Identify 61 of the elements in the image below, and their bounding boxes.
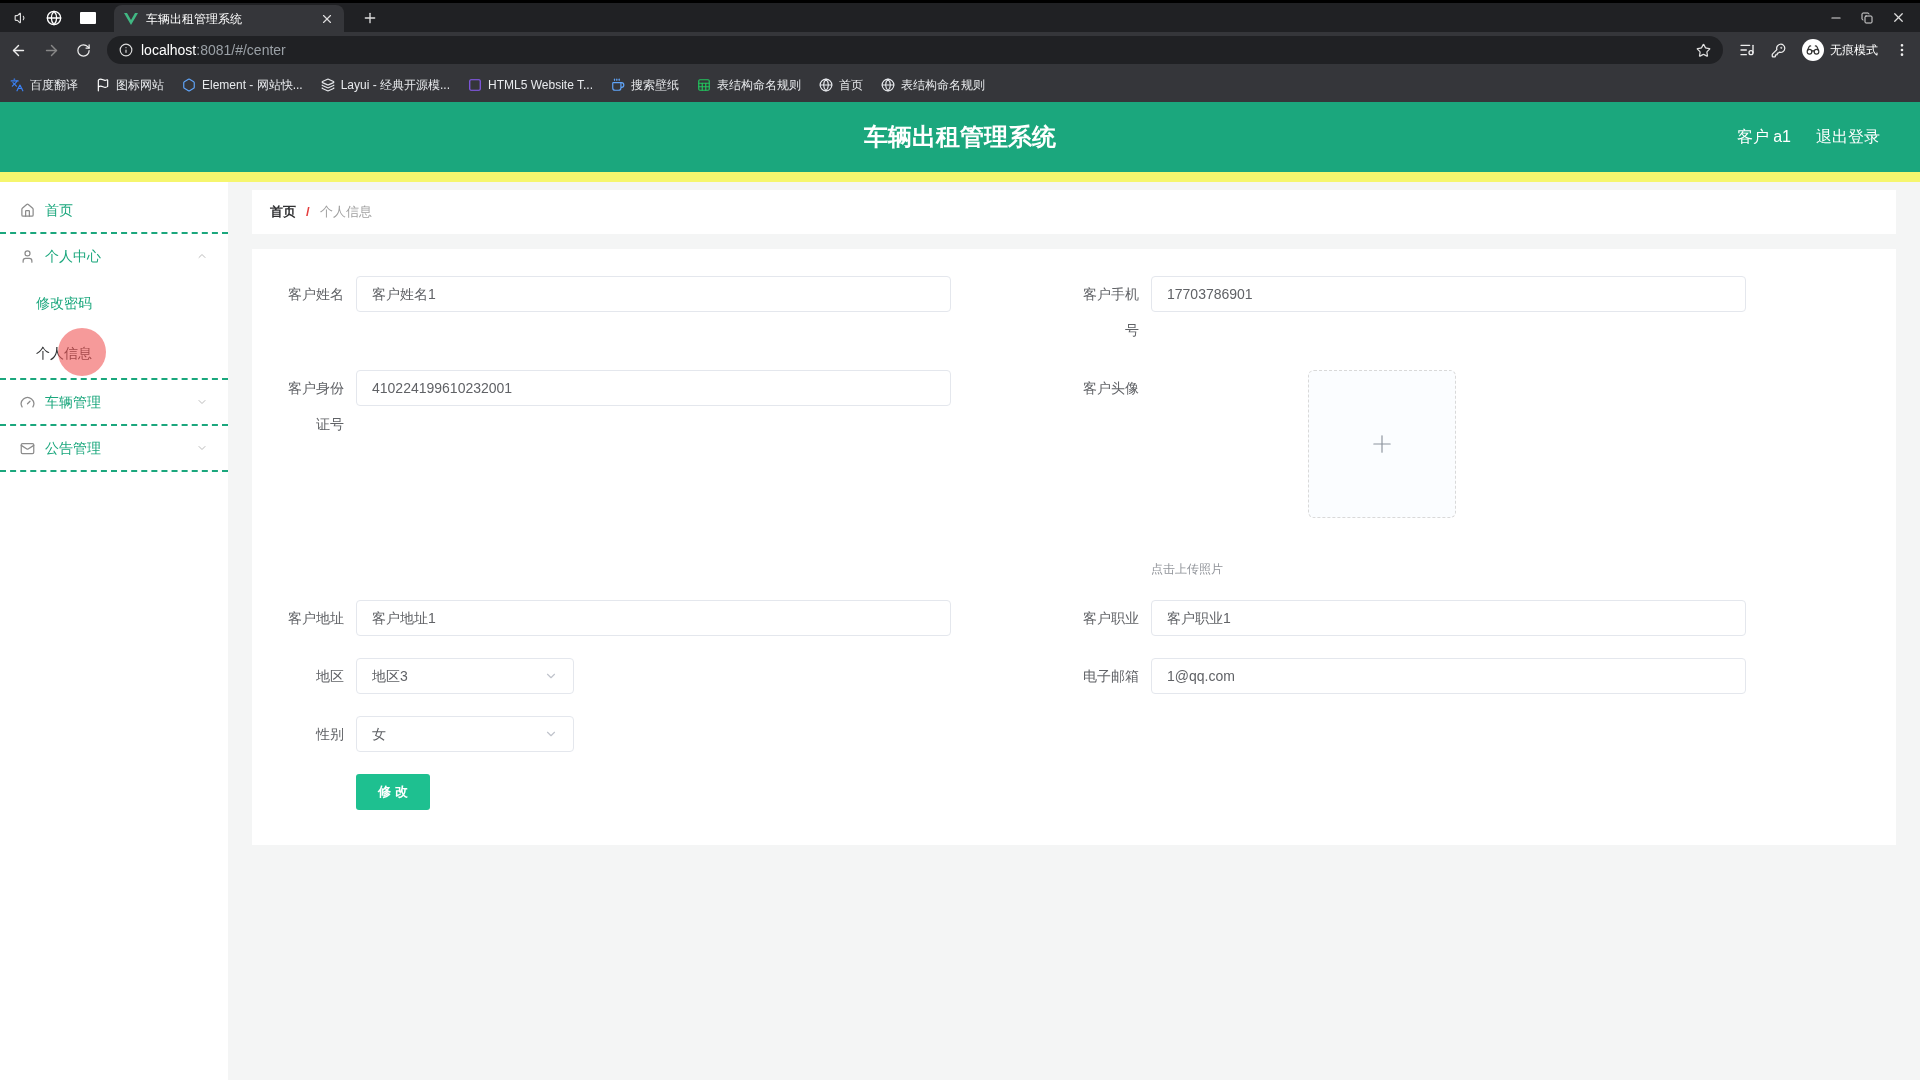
select-field[interactable]: 地区3 [356, 658, 574, 694]
text-input[interactable]: 410224199610232001 [356, 370, 951, 406]
breadcrumb-item: 个人信息 [319, 203, 372, 222]
restore-icon[interactable] [1861, 11, 1873, 24]
window-icon[interactable] [80, 11, 96, 24]
square-icon [468, 78, 483, 92]
close-icon[interactable] [320, 12, 334, 26]
field-label: 电子邮箱 [1082, 667, 1139, 686]
bookmark-link[interactable]: 表结构命名规则 [881, 76, 985, 94]
close-window-icon[interactable] [1891, 10, 1906, 25]
reload-icon[interactable] [76, 42, 91, 58]
bookmark-link[interactable]: Layui - 经典开源模... [320, 76, 451, 94]
gauge-icon [20, 394, 35, 410]
app-title: 车辆出租管理系统 [864, 122, 1056, 152]
spreadsheet-icon [697, 78, 711, 92]
sidebar-submenu-item[interactable]: 个人信息 [0, 328, 228, 378]
text-input[interactable]: 客户职业1 [1151, 600, 1746, 636]
flag-icon [96, 78, 110, 92]
browser-tab[interactable]: 车辆出租管理系统 [114, 4, 344, 34]
key-icon[interactable] [1771, 42, 1786, 58]
star-icon[interactable] [1696, 42, 1711, 58]
globe-icon [819, 78, 833, 92]
home-icon [20, 202, 35, 218]
bookmark-link[interactable]: Element - 网站快... [182, 76, 303, 94]
upload-hint: 点击上传照片 [1151, 561, 1223, 578]
user-icon [20, 248, 35, 264]
breadcrumb-separator: / [306, 203, 310, 222]
select-field[interactable]: 女 [356, 716, 574, 752]
hexagon-icon [182, 78, 196, 92]
bookmark-link[interactable]: 表结构命名规则 [697, 76, 801, 94]
bookmark-link[interactable]: HTML5 Website T... [468, 76, 593, 94]
field-label: 性别 [314, 725, 344, 744]
bookmark-link[interactable]: 搜索壁纸 [611, 76, 679, 94]
bookmark-link[interactable]: 图标网站 [96, 76, 164, 94]
field-label: 客户手机号 [1082, 285, 1139, 340]
field-label: 客户职业 [1082, 609, 1139, 628]
translate-icon [10, 78, 24, 92]
cup-icon [611, 78, 625, 92]
incognito-icon [1806, 43, 1820, 57]
text-input[interactable]: 客户地址1 [356, 600, 951, 636]
field-label: 地区 [315, 667, 344, 686]
info-icon [119, 43, 133, 57]
globe-icon [881, 78, 895, 92]
bookmark-link[interactable]: 首页 [819, 76, 863, 94]
v-logo-icon [124, 13, 138, 25]
text-input[interactable]: 1@qq.com [1151, 658, 1746, 694]
media-icon[interactable] [1739, 42, 1755, 58]
profile-button[interactable]: 无痕模式 [1802, 39, 1878, 61]
field-label: 客户姓名 [287, 285, 344, 304]
text-input[interactable]: 客户姓名1 [356, 276, 951, 312]
mail-icon [20, 440, 35, 456]
user-name: 客户 a1 [1736, 127, 1791, 147]
bookmark-link[interactable]: 百度翻译 [10, 76, 78, 94]
address-bar[interactable]: localhost:8081/#/center [107, 36, 1723, 64]
field-label: 客户身份证号 [287, 379, 344, 434]
field-label: 客户头像 [1082, 379, 1139, 398]
field-label: 客户地址 [287, 609, 344, 628]
breadcrumb-item[interactable]: 首页 [270, 202, 296, 222]
layers-icon [320, 78, 335, 92]
text-input[interactable]: 17703786901 [1151, 276, 1746, 312]
globe-icon[interactable] [46, 9, 62, 26]
